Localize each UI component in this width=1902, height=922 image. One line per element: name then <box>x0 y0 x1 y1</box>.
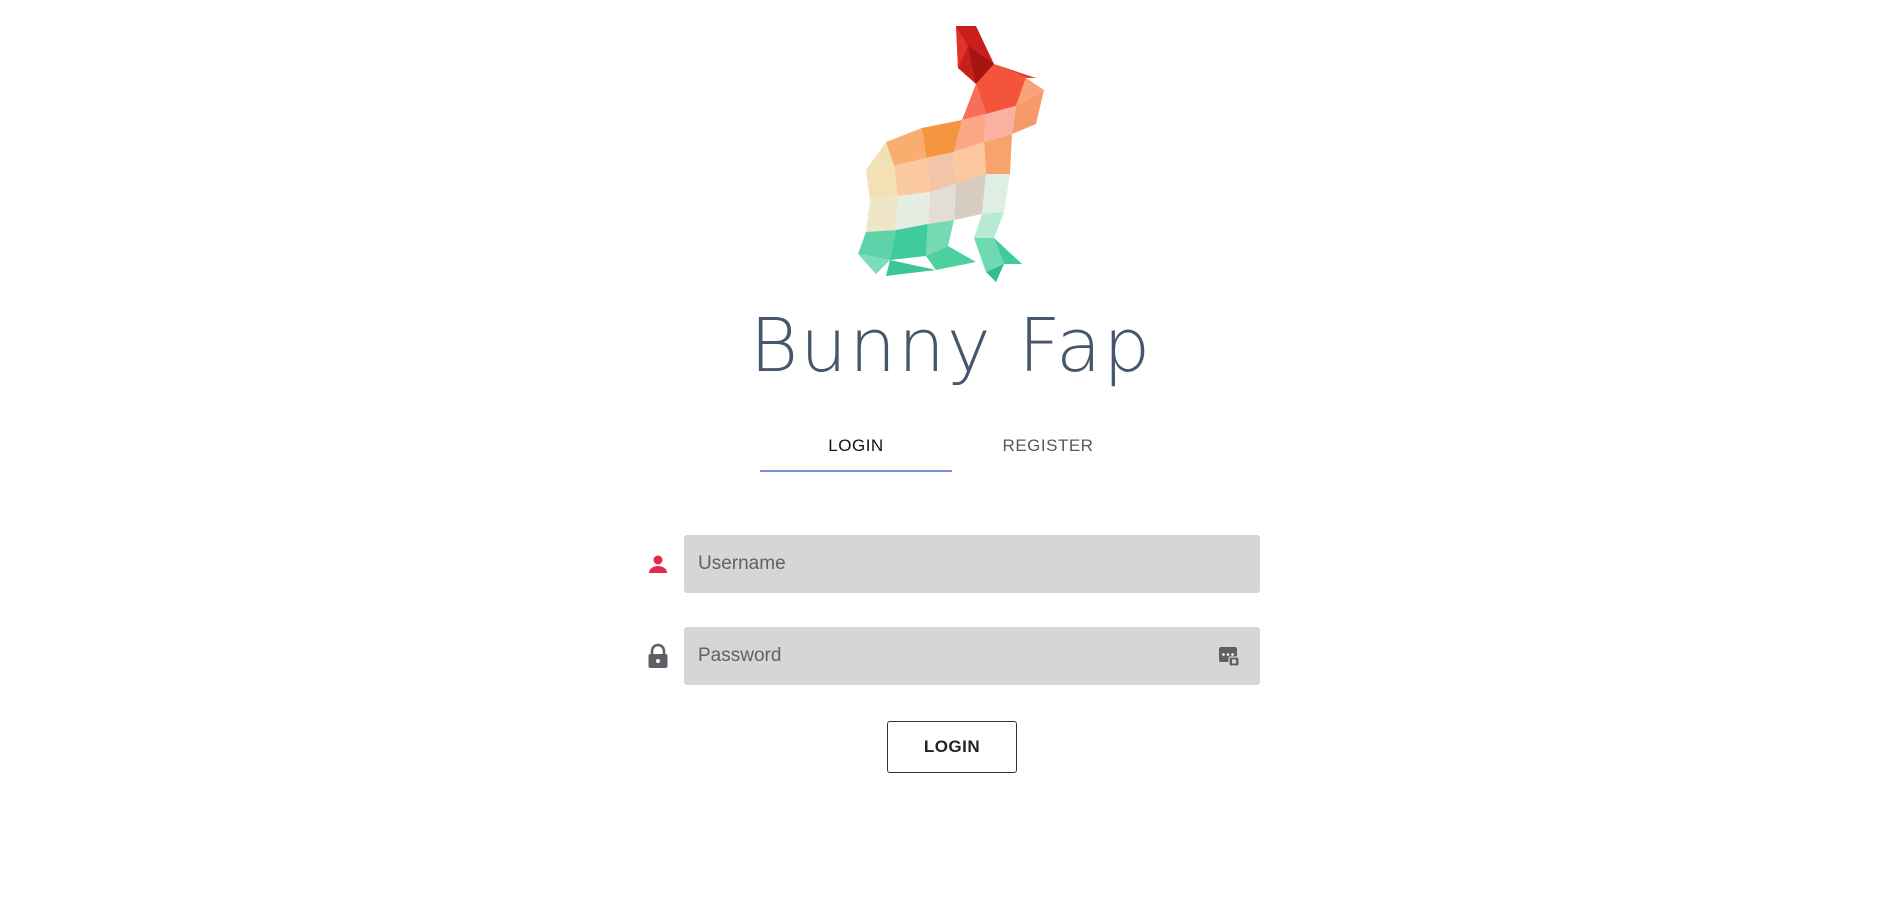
tab-register[interactable]: REGISTER <box>952 420 1144 472</box>
password-row <box>640 627 1260 685</box>
password-field <box>684 627 1260 685</box>
login-page: Bunny Fap LOGIN REGISTER Username LOGIN <box>0 0 1902 922</box>
username-input[interactable] <box>684 535 1260 593</box>
lock-icon <box>640 627 684 685</box>
password-manager-icon[interactable] <box>1218 645 1240 667</box>
app-title: Bunny Fap <box>749 303 1153 389</box>
password-input[interactable] <box>684 627 1260 685</box>
tab-login[interactable]: LOGIN <box>760 420 952 472</box>
username-row <box>640 535 1260 593</box>
person-icon <box>640 535 684 593</box>
login-button[interactable]: LOGIN <box>887 721 1017 773</box>
bunny-logo <box>858 26 1044 282</box>
auth-tabs: LOGIN REGISTER <box>760 420 1144 472</box>
